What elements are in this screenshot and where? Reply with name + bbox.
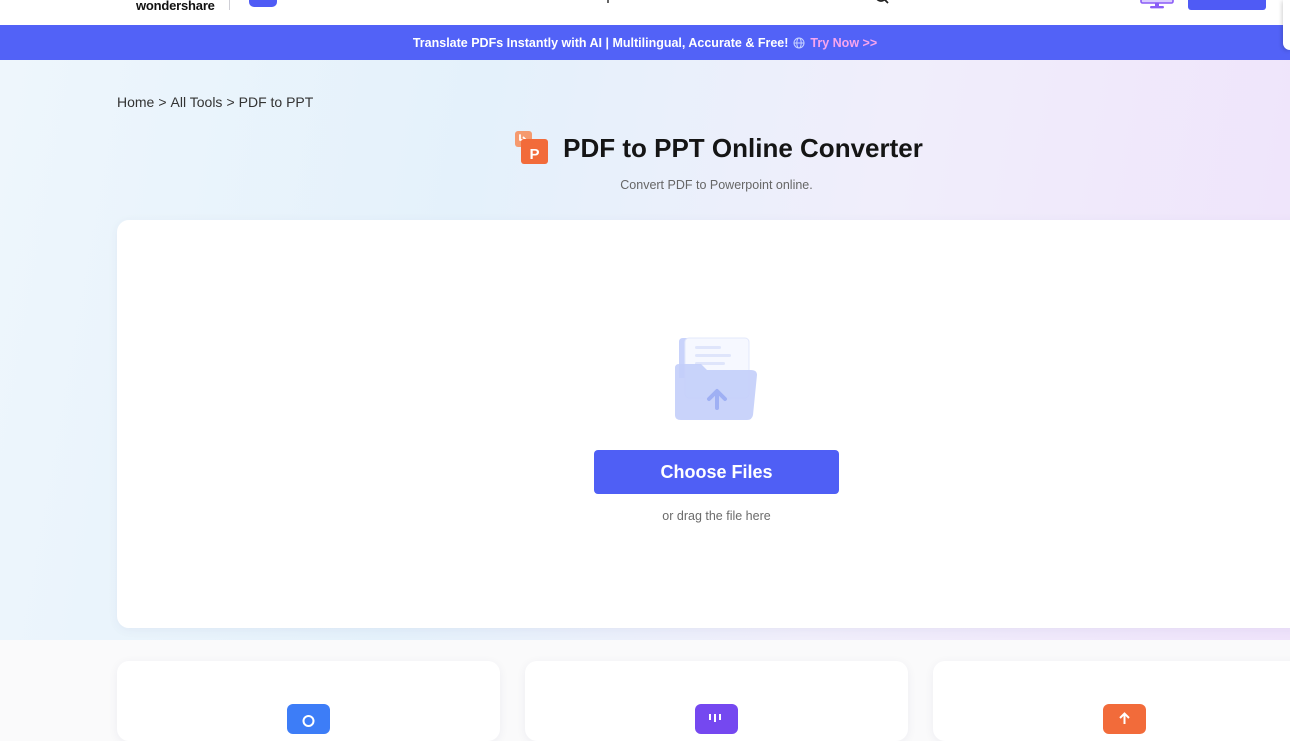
floating-side-panel[interactable] [1283,0,1290,50]
page-title: PDF to PPT Online Converter [563,132,923,163]
product-logo-icon[interactable] [249,0,277,7]
breadcrumb: Home > All Tools > PDF to PPT [117,94,313,110]
monitor-icon[interactable] [1139,0,1175,10]
nav-menu-fragment[interactable] [607,0,609,3]
breadcrumb-all-tools[interactable]: All Tools [171,94,223,110]
promo-banner[interactable]: Translate PDFs Instantly with AI | Multi… [0,25,1290,60]
feature-card-3[interactable] [933,661,1290,741]
orange-tool-icon [1103,704,1146,734]
header-cta-button[interactable] [1188,0,1266,10]
feature-card-2[interactable] [525,661,908,741]
search-icon[interactable] [874,0,890,6]
title-row: P PDF to PPT Online Converter [0,130,1290,166]
choose-files-button[interactable]: Choose Files [594,450,839,494]
folder-upload-icon [675,337,757,420]
promo-text: Translate PDFs Instantly with AI | Multi… [412,35,789,50]
top-header: wondershare [0,0,1290,25]
breadcrumb-separator: > [226,94,235,110]
pdf-to-ppt-icon: P [515,131,549,164]
breadcrumb-home[interactable]: Home [117,94,154,110]
blue-tool-icon [287,704,330,734]
upload-dropzone[interactable]: Choose Files or drag the file here [117,220,1290,628]
purple-tool-icon [695,704,738,734]
header-divider [229,0,230,10]
globe-icon [793,37,805,48]
svg-text:P: P [530,146,540,163]
drag-hint: or drag the file here [662,509,771,523]
wondershare-logo[interactable]: wondershare [136,0,215,13]
hero-section: Home > All Tools > PDF to PPT P PDF to PPT O… [0,60,1290,640]
breadcrumb-separator: > [158,94,167,110]
feature-card-1[interactable] [117,661,500,741]
page-subtitle: Convert PDF to Powerpoint online. [620,178,813,192]
try-now-link[interactable]: Try Now >> [810,36,877,50]
breadcrumb-current: PDF to PPT [238,94,314,110]
